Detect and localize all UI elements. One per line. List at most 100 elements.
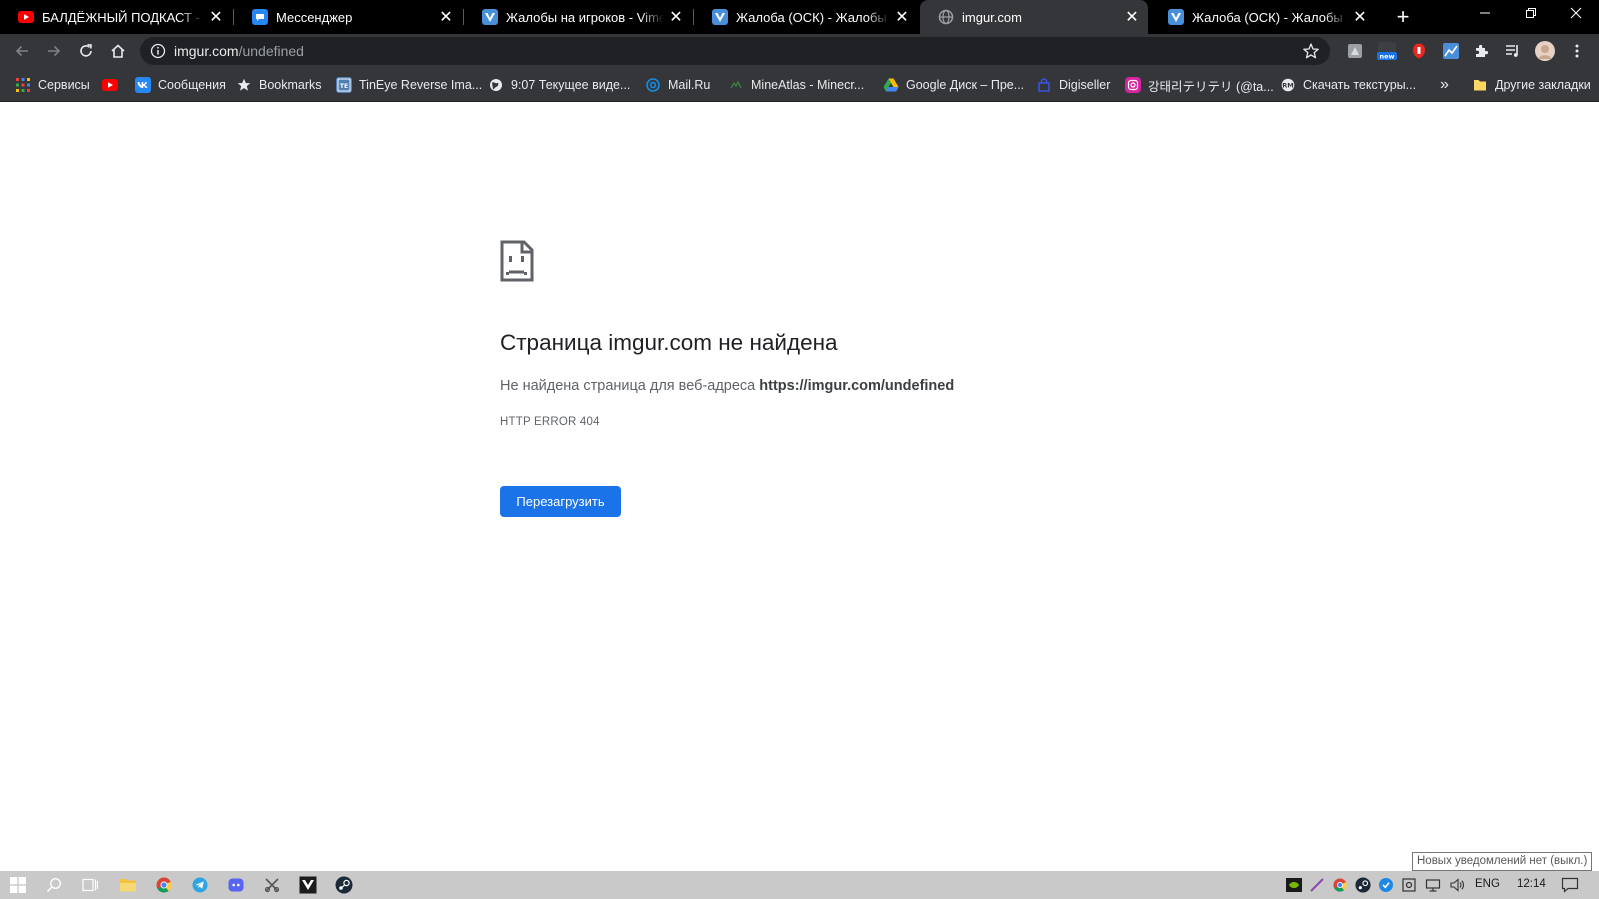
textures-icon: RM [1280,77,1296,93]
bookmark-label: Bookmarks [259,78,322,92]
bookmark-messages[interactable]: Сообщения [135,76,226,94]
restore-button[interactable] [1508,0,1554,30]
error-description: Не найдена страница для веб-адреса https… [500,378,954,394]
vpn-tray-icon[interactable] [1377,876,1395,894]
svg-text:new: new [1379,53,1394,61]
bookmark-textures[interactable]: RM Скачать текстуры... [1280,76,1416,94]
close-tab-icon[interactable]: ✕ [668,7,684,27]
vimeworld-icon [1168,9,1184,25]
close-window-button[interactable] [1553,0,1599,30]
pen-tray-icon[interactable] [1308,876,1326,894]
steam-icon[interactable] [334,875,354,895]
bookmark-mineatlas[interactable]: MineAtlas - Minecr... [728,76,864,94]
bookmark-mailru[interactable]: Mail.Ru [645,76,710,94]
google-drive-icon [883,77,899,93]
bookmark-other-folder[interactable]: Другие закладки [1472,76,1591,94]
bookmark-label: 강태리テリテリ (@ta... [1148,79,1274,94]
windows-start-icon[interactable] [8,875,28,895]
browser-toolbar: imgur.com/undefined new [0,34,1599,68]
reload-button[interactable]: Перезагрузить [500,486,621,517]
digiseller-icon [1036,77,1052,93]
profile-avatar[interactable] [1535,41,1555,61]
tab-title: imgur.com [962,9,1022,25]
close-tab-icon[interactable]: ✕ [208,7,224,27]
back-button[interactable] [8,38,36,64]
chrome-menu-icon[interactable] [1567,41,1587,61]
bookmark-services[interactable]: Сервисы [15,76,90,94]
url-text: imgur.com/undefined [174,43,304,59]
vk-icon [135,77,151,93]
globe-icon [938,9,954,25]
action-center-icon[interactable] [1561,876,1579,894]
bookmark-digiseller[interactable]: Digiseller [1036,76,1110,94]
file-explorer-icon[interactable] [118,875,138,895]
tab-osk-complaint-2[interactable]: Жалоба (ОСК) - Жалобы на игроков ✕ [1150,0,1376,34]
site-info-icon[interactable] [150,43,166,59]
globe-icon [488,77,504,93]
close-tab-icon[interactable]: ✕ [894,7,910,27]
media-control-icon[interactable] [1503,41,1523,61]
close-tab-icon[interactable]: ✕ [1124,7,1140,27]
extension-page-icon[interactable] [1345,41,1365,61]
chrome-tray-icon[interactable] [1331,876,1349,894]
error-description-text: Не найдена страница для веб-адреса [500,378,760,394]
bookmark-label: Скачать текстуры... [1303,78,1417,92]
tab-imgur[interactable]: imgur.com ✕ [920,0,1148,34]
tab-youtube[interactable]: БАЛДЁЖНЫЙ ПОДКАСТ - Lida ✕ [0,0,232,34]
new-tab-button[interactable]: + [1390,4,1416,30]
forward-button[interactable] [40,38,68,64]
close-tab-icon[interactable]: ✕ [438,7,454,27]
bookmark-label: Mail.Ru [668,78,711,92]
tab-title: Мессенджер [276,9,353,25]
extensions-puzzle-icon[interactable] [1472,41,1492,61]
input-language[interactable]: ENG [1475,878,1500,890]
discord-icon[interactable] [226,875,246,895]
extension-chart-icon[interactable] [1441,41,1461,61]
mineatlas-icon [728,77,744,93]
extension-shield-icon[interactable] [1409,41,1429,61]
tab-messenger[interactable]: Мессенджер ✕ [234,0,462,34]
extension-new-icon[interactable]: new [1377,41,1397,61]
snipping-tool-icon[interactable] [262,875,282,895]
youtube-icon [102,77,118,93]
folder-icon [1472,77,1488,93]
chrome-icon[interactable] [154,875,174,895]
task-view-icon[interactable] [80,875,100,895]
bookmark-google-drive[interactable]: Google Диск – Пре... [883,76,1024,94]
address-bar[interactable]: imgur.com/undefined [140,37,1330,65]
network-icon[interactable] [1424,876,1442,894]
bookmarks-bar: Сервисы Сообщения Bookmarks TE TinEye Re… [0,68,1599,102]
search-icon[interactable] [44,875,64,895]
tineye-icon: TE [336,77,352,93]
notifications-tooltip: Новых уведомлений нет (выкл.) [1412,852,1593,871]
bookmark-label: Сообщения [158,78,226,92]
reload-icon[interactable] [72,38,100,64]
bookmark-current-video[interactable]: 9:07 Текущее виде... [488,76,630,94]
tab-vimeworld-complaints[interactable]: Жалобы на игроков - VimeWorld ✕ [464,0,692,34]
close-tab-icon[interactable]: ✕ [1352,7,1368,27]
volume-icon[interactable] [1448,876,1466,894]
bookmark-instagram[interactable]: 강태리テリテリ (@ta... [1125,76,1274,94]
telegram-icon[interactable] [190,875,210,895]
mailru-icon [645,77,661,93]
minimize-button[interactable] [1462,0,1508,30]
tab-title: Жалоба (ОСК) - Жалобы на игроков [1192,9,1348,25]
apps-grid-icon [15,77,31,93]
vimeworld-icon [712,9,728,25]
bookmark-bookmarks[interactable]: Bookmarks [236,76,322,94]
nvidia-tray-icon[interactable] [1285,876,1303,894]
bookmark-label: 9:07 Текущее виде... [511,78,631,92]
bookmark-youtube[interactable] [102,76,125,94]
bookmarks-overflow-button[interactable]: » [1440,76,1449,94]
bookmark-star-icon[interactable] [1302,42,1320,60]
overflow-chevron: » [1440,76,1449,93]
bookmark-label: MineAtlas - Minecr... [751,78,865,92]
home-icon[interactable] [104,38,132,64]
clock-time[interactable]: 12:14 [1517,878,1546,890]
messenger-icon [252,9,268,25]
tab-osk-complaint[interactable]: Жалоба (ОСК) - Жалобы на игроков ✕ [694,0,918,34]
steam-tray-icon[interactable] [1354,876,1372,894]
bookmark-tineye[interactable]: TE TinEye Reverse Ima... [336,76,482,94]
game-launcher-icon[interactable] [298,875,318,895]
settings-tray-icon[interactable] [1400,876,1418,894]
